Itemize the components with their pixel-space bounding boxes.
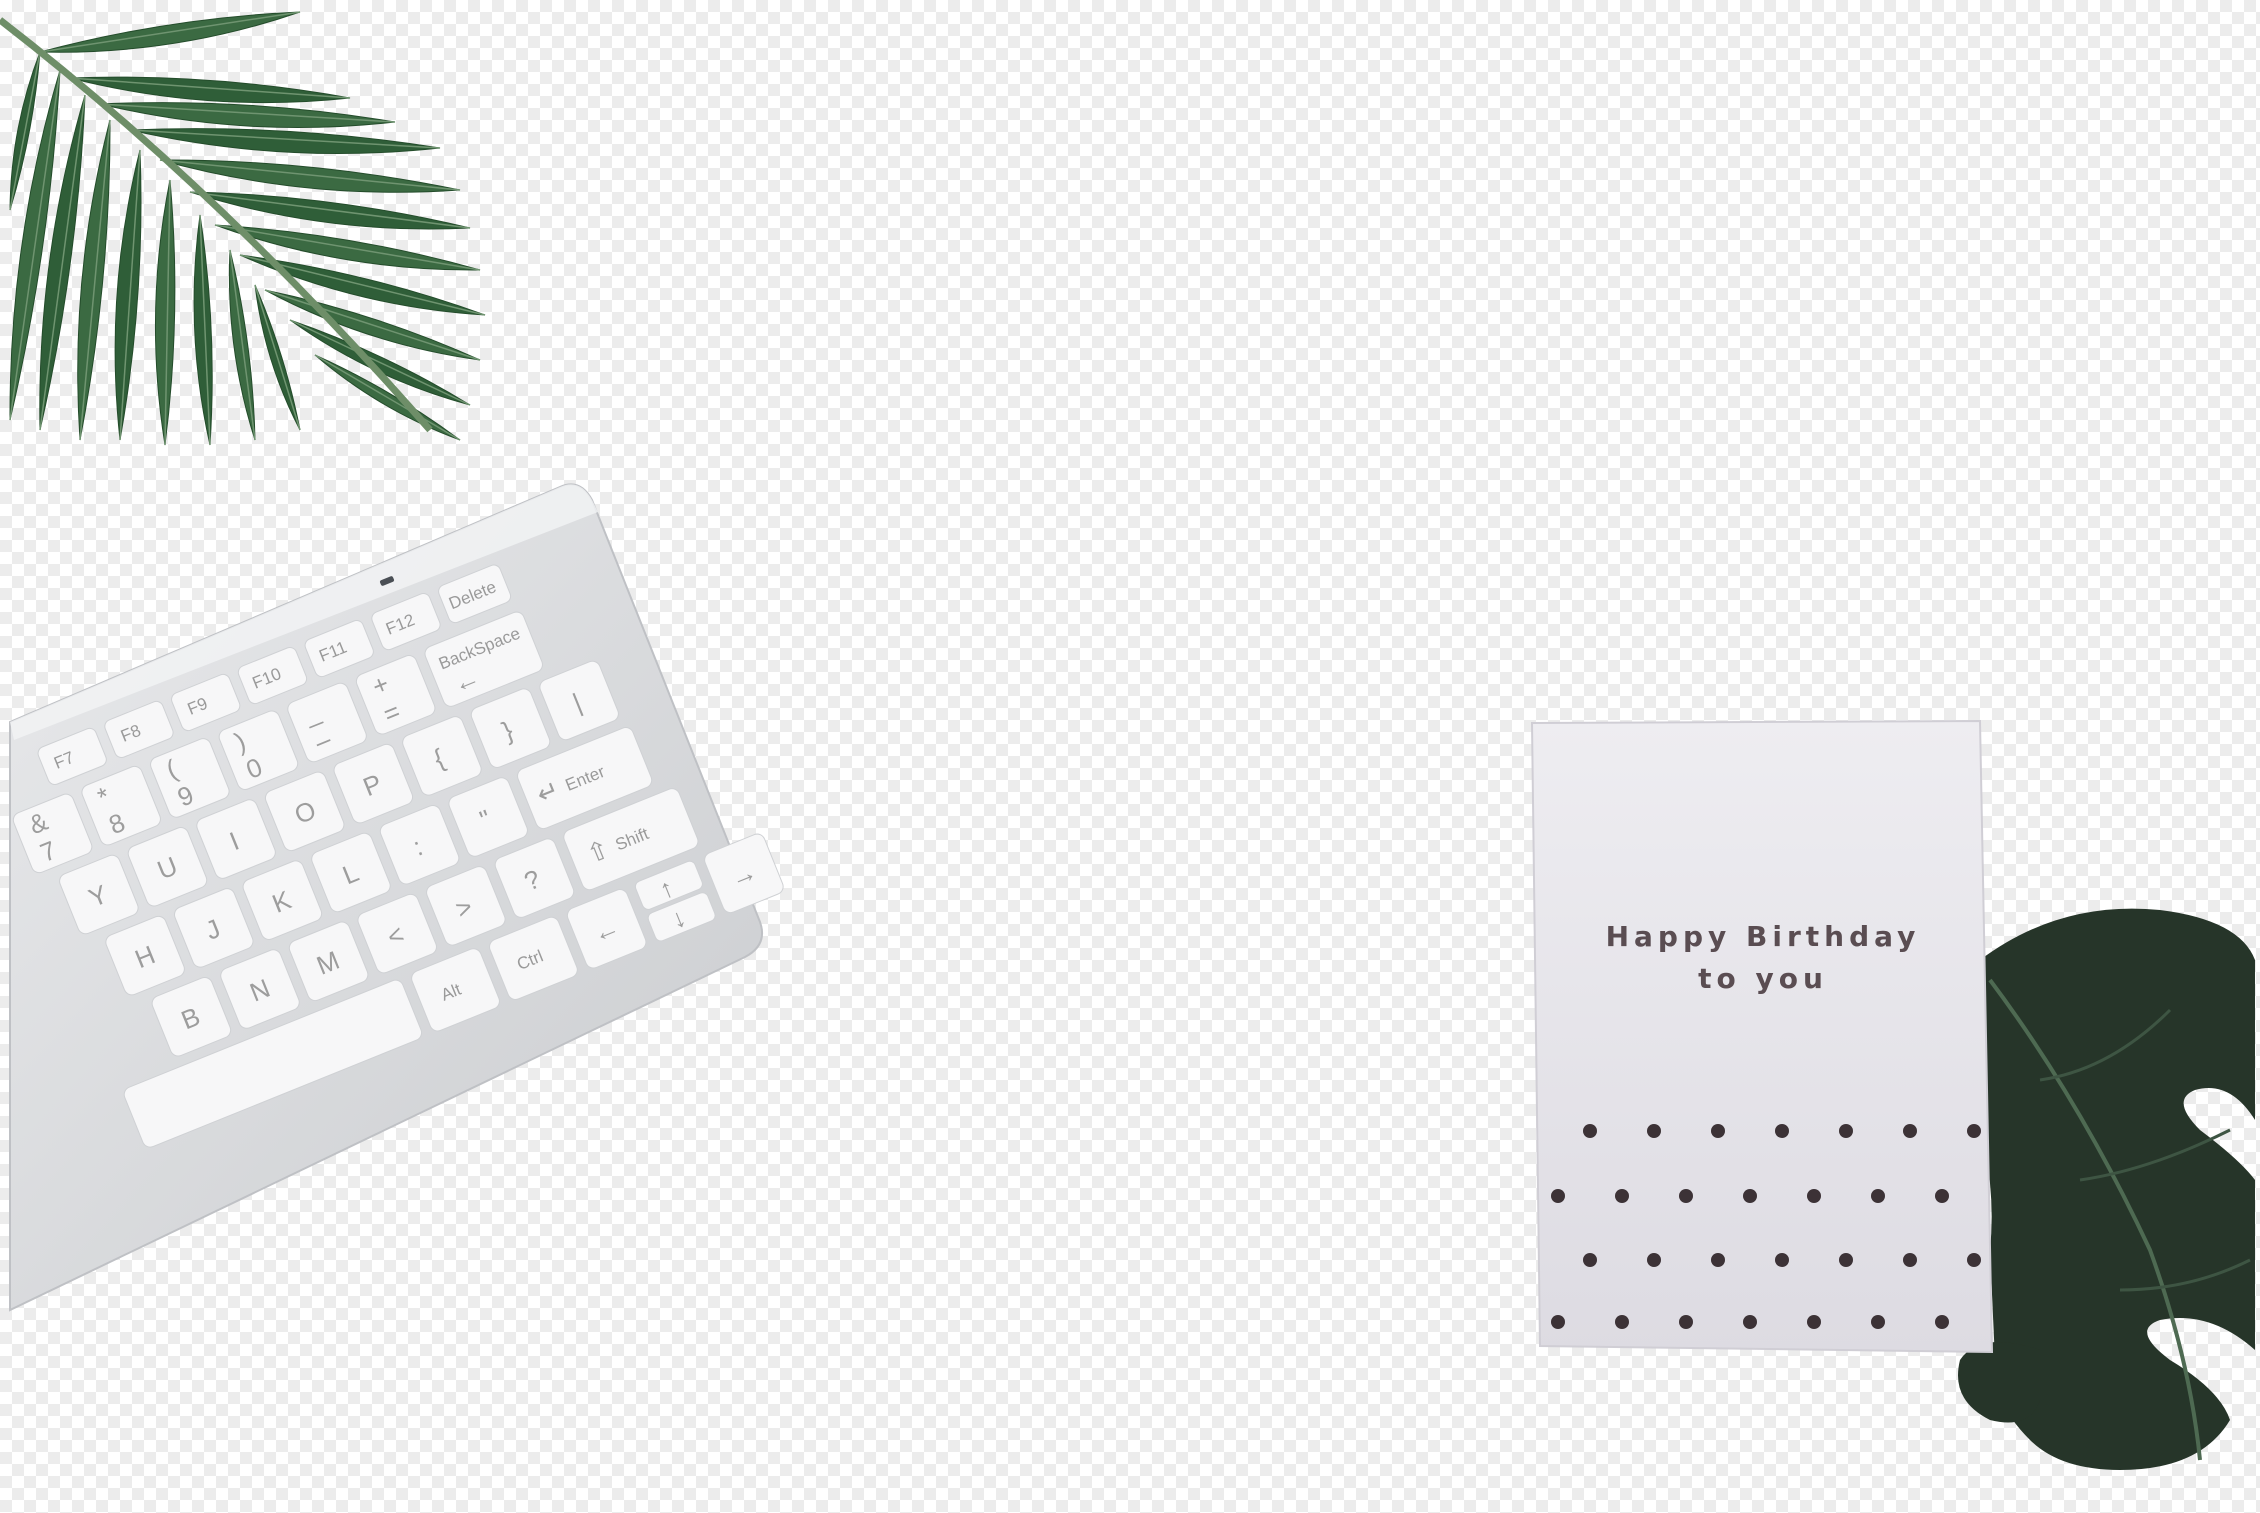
card-dot <box>1903 1253 1917 1267</box>
card-dot <box>1647 1253 1661 1267</box>
palm-leaf <box>0 11 486 446</box>
card-dot <box>1647 1124 1661 1138</box>
monstera-leaf <box>1958 908 2255 1470</box>
card-dot <box>1967 1253 1981 1267</box>
card-dot <box>1679 1315 1693 1329</box>
keyboard: F7 F8 F9 F10 F11 F12 Delete &7 *8 (9 )0 … <box>9 483 784 1312</box>
card-dot <box>1679 1189 1693 1203</box>
card-dot <box>1775 1124 1789 1138</box>
scene: F7 F8 F9 F10 F11 F12 Delete &7 *8 (9 )0 … <box>0 11 2255 1470</box>
card-dot <box>1615 1189 1629 1203</box>
palm-leaflet-vein <box>39 11 301 53</box>
birthday-card: Happy Birthday to you <box>1530 719 1994 1354</box>
card-dot <box>1711 1124 1725 1138</box>
card-dot <box>1615 1315 1629 1329</box>
card-dot <box>1583 1124 1597 1138</box>
card-dot <box>1743 1189 1757 1203</box>
card-dot <box>1551 1315 1565 1329</box>
card-dot <box>1583 1253 1597 1267</box>
card-dot <box>1935 1315 1949 1329</box>
card-dot <box>1871 1189 1885 1203</box>
card-dot <box>1807 1315 1821 1329</box>
card-dot <box>1807 1189 1821 1203</box>
card-dot <box>1775 1253 1789 1267</box>
card-dot <box>1871 1315 1885 1329</box>
card-dot <box>1839 1124 1853 1138</box>
card-greeting-line2: to you <box>1698 962 1828 995</box>
palm-leaflet-vein <box>254 284 301 431</box>
card-dot <box>1743 1315 1757 1329</box>
card-dot <box>1551 1189 1565 1203</box>
card-dot <box>1967 1124 1981 1138</box>
card-dot <box>1711 1253 1725 1267</box>
card-dot <box>1839 1253 1853 1267</box>
card-dot <box>1903 1124 1917 1138</box>
card-greeting-line1: Happy Birthday <box>1606 920 1921 953</box>
card-dot <box>1935 1189 1949 1203</box>
palm-leaflet <box>193 214 213 446</box>
